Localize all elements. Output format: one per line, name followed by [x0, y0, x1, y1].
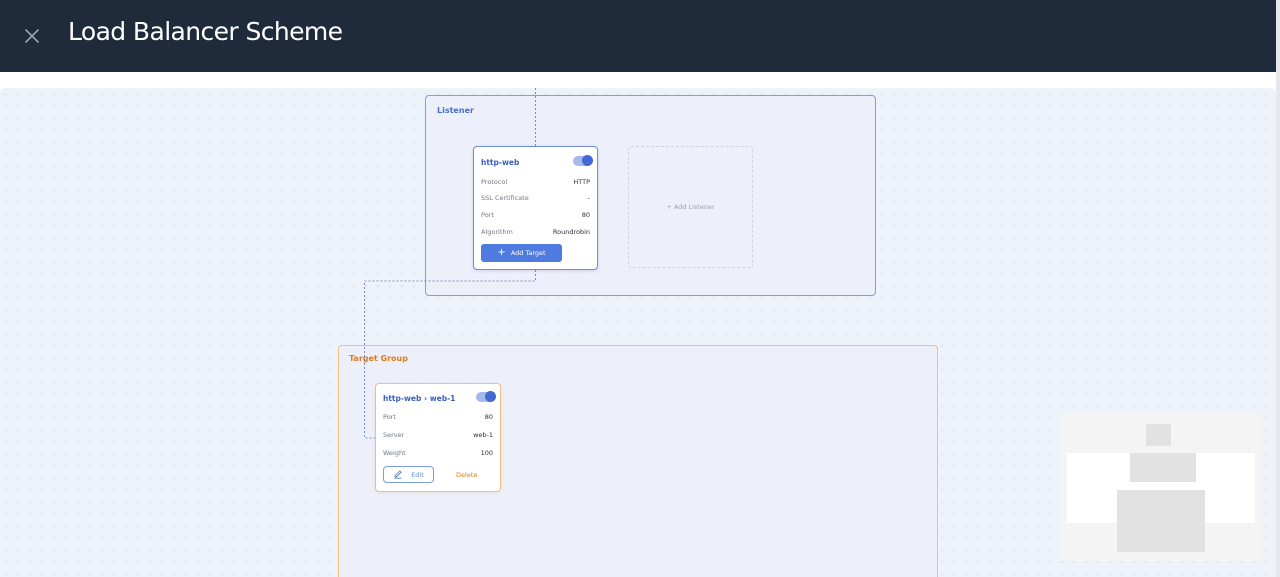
listener-row-algorithm: Algorithm Roundrobin	[481, 228, 590, 238]
header-bar: Load Balancer Scheme	[0, 0, 1276, 72]
edit-button[interactable]: Edit	[383, 466, 434, 483]
row-key: Algorithm	[481, 228, 513, 236]
add-listener-label: + Add Listener	[666, 203, 715, 211]
row-value: 80	[484, 413, 493, 421]
target-row-weight: Weight 100	[383, 449, 493, 459]
listener-group-label: Listener	[437, 106, 474, 115]
target-group-label: Target Group	[349, 354, 408, 363]
target-row-server: Server web-1	[383, 431, 493, 441]
add-target-button[interactable]: + Add Target	[481, 244, 562, 262]
row-key: Port	[383, 413, 396, 421]
row-value: Roundrobin	[552, 228, 590, 236]
listener-card[interactable]: http-web Protocol HTTP SSL Certificate -…	[473, 146, 598, 270]
minimap-node	[1130, 453, 1196, 482]
row-value: web-1	[473, 431, 493, 439]
row-key: SSL Certificate	[481, 194, 529, 202]
minimap-node	[1117, 490, 1205, 552]
pencil-icon	[393, 469, 403, 481]
row-value: 100	[480, 449, 493, 457]
minimap-node	[1146, 424, 1171, 446]
listener-toggle[interactable]	[573, 155, 593, 166]
listener-card-title: http-web	[481, 158, 520, 167]
plus-icon: +	[497, 247, 506, 258]
scheme-canvas[interactable]: Listener Target Group http-web Protocol …	[0, 88, 1276, 577]
row-value: HTTP	[573, 178, 590, 186]
row-key: Weight	[383, 449, 406, 457]
target-card[interactable]: http-web › web-1 Port 80 Server web-1 We…	[375, 383, 501, 492]
page-title: Load Balancer Scheme	[68, 17, 343, 46]
add-listener-button[interactable]: + Add Listener	[628, 146, 753, 268]
row-key: Protocol	[481, 178, 508, 186]
edit-label: Edit	[411, 470, 424, 479]
row-key: Server	[383, 431, 405, 439]
row-key: Port	[481, 211, 494, 219]
row-value: -	[587, 194, 590, 202]
page-scrollbar[interactable]	[1276, 0, 1280, 577]
target-row-port: Port 80	[383, 413, 493, 423]
delete-button[interactable]: Delete	[456, 471, 477, 479]
row-value: 80	[581, 211, 590, 219]
listener-row-protocol: Protocol HTTP	[481, 178, 590, 188]
add-target-label: Add Target	[510, 249, 546, 257]
minimap[interactable]	[1061, 413, 1261, 561]
close-icon[interactable]	[22, 26, 42, 46]
target-card-title: http-web › web-1	[383, 394, 456, 403]
target-toggle[interactable]	[476, 391, 496, 402]
listener-row-ssl: SSL Certificate -	[481, 194, 590, 204]
listener-row-port: Port 80	[481, 211, 590, 221]
